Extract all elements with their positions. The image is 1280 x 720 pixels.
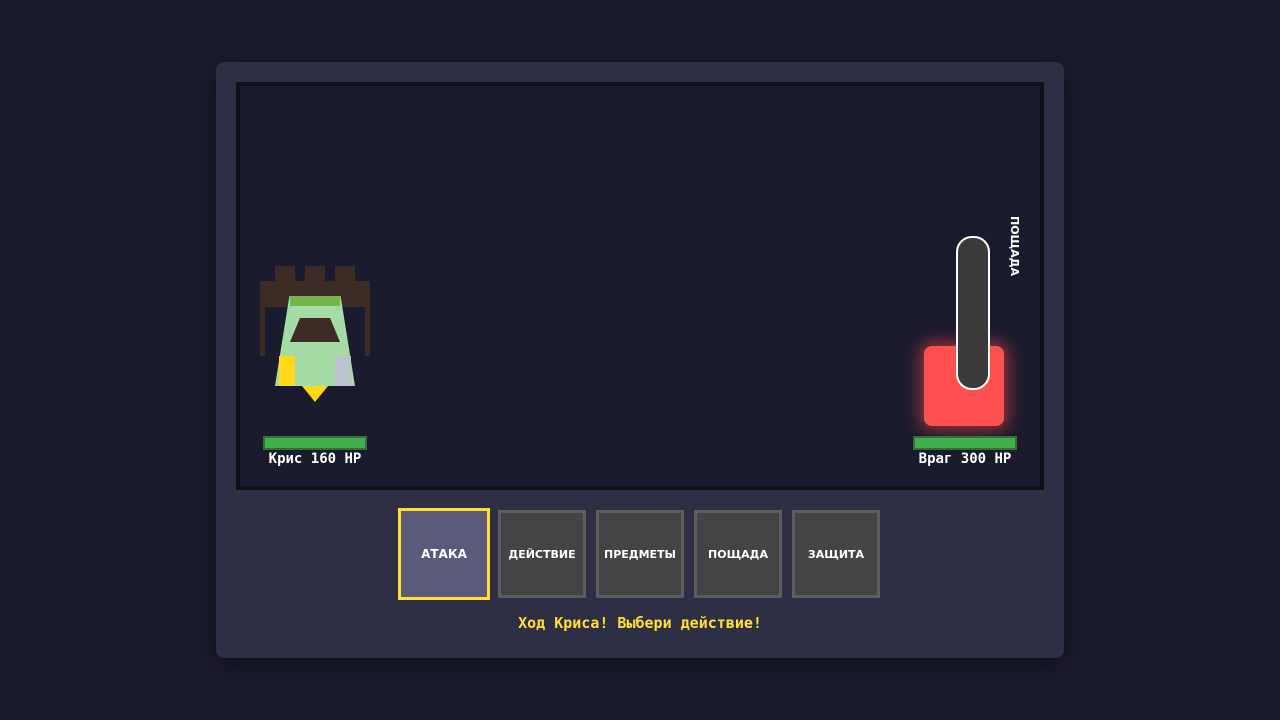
hero-hp-bar [263, 436, 367, 450]
hero-hair-spike [305, 266, 325, 282]
items-button[interactable]: ПРЕДМЕТЫ [596, 510, 684, 598]
hero-hair-spike [335, 266, 355, 282]
enemy-hp-bar [913, 436, 1017, 450]
mercy-meter [956, 236, 990, 390]
hero-turn-indicator-icon [302, 386, 328, 402]
battle-arena: ПОЩАДА Крис 160 HP Враг 300 HP [236, 82, 1044, 490]
hero-hp-text: Крис 160 HP [268, 451, 362, 467]
action-menu: АТАКА ДЕЙСТВИЕ ПРЕДМЕТЫ ПОЩАДА ЗАЩИТА [398, 508, 888, 600]
hero-hair-side [365, 306, 370, 356]
hero-gray-patch [335, 356, 351, 386]
spare-button[interactable]: ПОЩАДА [694, 510, 782, 598]
defend-button[interactable]: ЗАЩИТА [792, 510, 880, 598]
hero-hair-side [260, 306, 265, 356]
hero-hp: Крис 160 HP [260, 436, 370, 467]
mercy-meter-label: ПОЩАДА [1008, 216, 1021, 276]
attack-button[interactable]: АТАКА [398, 508, 490, 600]
enemy-hp-text: Враг 300 HP [918, 451, 1012, 467]
hero-sprite [260, 266, 370, 406]
enemy-hp: Враг 300 HP [910, 436, 1020, 467]
hero-yellow-patch [279, 356, 295, 386]
hero-cap [290, 296, 340, 306]
status-message: Ход Криса! Выбери действие! [518, 614, 762, 632]
hero-hair-spike [275, 266, 295, 282]
game-window: ПОЩАДА Крис 160 HP Враг 300 HP АТАКА ДЕЙ… [216, 62, 1064, 658]
act-button[interactable]: ДЕЙСТВИЕ [498, 510, 586, 598]
